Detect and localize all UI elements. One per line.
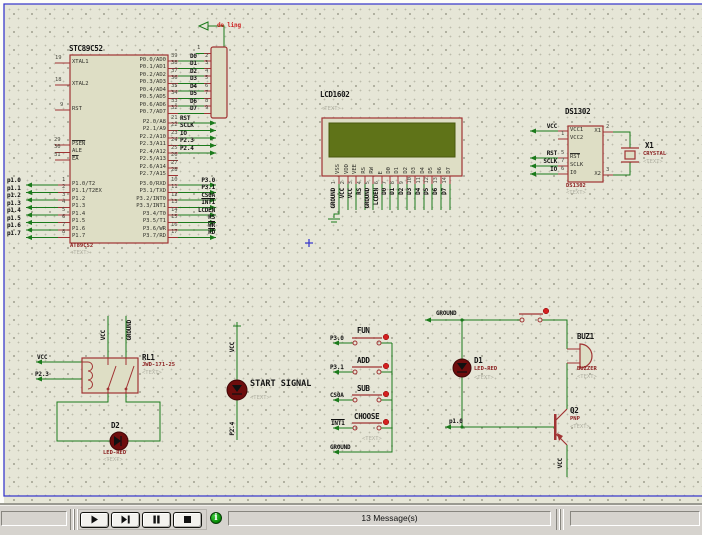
mcu-body[interactable] [70,55,168,243]
play-button[interactable] [80,512,109,528]
junction-dot [460,425,463,428]
stop-icon [182,514,193,525]
info-icon[interactable]: i [210,512,222,524]
step-icon [120,514,131,525]
schematic-canvas[interactable]: STC89C52AT89C52<TEXT>XTAL1XTAL2RSTPSENAL… [0,0,702,505]
step-button[interactable] [111,512,140,528]
message-count: 13 Message(s) [361,513,417,523]
info-glyph: i [214,513,217,523]
led-d1[interactable] [453,359,471,377]
status-panel-right [570,511,700,526]
status-message-panel: 13 Message(s) [228,511,551,526]
origin-marker-icon [305,239,313,247]
transistor-q2[interactable] [554,409,567,445]
pause-icon [151,514,162,525]
stop-button[interactable] [173,512,202,528]
push-buttons[interactable] [352,314,543,430]
ds1302-body[interactable] [568,126,603,182]
buzzer-body[interactable] [580,344,592,368]
relay[interactable] [82,358,138,393]
connector-body[interactable] [211,47,227,118]
lcd-screen [329,123,455,157]
status-panel-left [1,511,67,526]
crystal[interactable] [621,148,639,162]
schematic-drawing [0,0,702,505]
input-port-arrow-icon [199,22,208,30]
junction-dot [460,318,463,321]
pause-button[interactable] [142,512,171,528]
start-signal-led[interactable] [227,380,247,400]
status-bar: i 13 Message(s) [0,505,702,535]
led-d2[interactable] [110,432,128,450]
simulation-controls [78,509,207,530]
play-icon [89,514,100,525]
divider [560,509,564,530]
